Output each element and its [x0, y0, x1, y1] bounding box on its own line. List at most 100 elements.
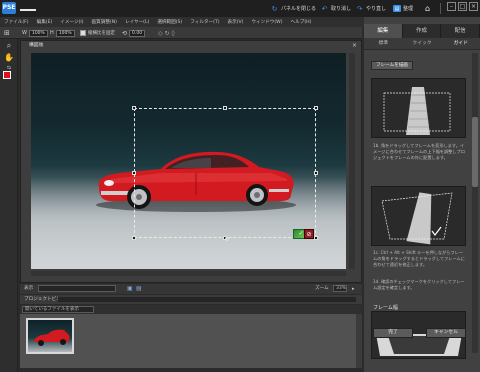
frame-handle-right[interactable]: [314, 171, 318, 175]
frame-illustration-1: [371, 78, 466, 138]
menu-select[interactable]: 選択範囲(S): [157, 19, 182, 25]
constrain-checkbox[interactable]: [80, 30, 86, 36]
hand-tool-icon[interactable]: ✋: [4, 52, 14, 62]
menu-enhance[interactable]: 画質調整(N): [92, 19, 117, 25]
maximize-button[interactable]: □: [458, 2, 467, 11]
undo-label: 取り消し: [331, 6, 352, 12]
tab-edit[interactable]: 編集: [364, 24, 403, 38]
maximize-icon: □: [459, 3, 466, 10]
thumbnail-car-image: [34, 329, 70, 346]
image-thumbnail[interactable]: [26, 318, 74, 354]
app-logo: PSE: [2, 2, 16, 14]
project-bin-scrollbar[interactable]: [356, 314, 362, 368]
reset-panels-button[interactable]: ↻ パネルを閉じる: [270, 3, 316, 14]
rotate-left-icon[interactable]: ◇: [158, 30, 163, 37]
view-mode-icon-1[interactable]: ▣: [127, 285, 133, 293]
options-bar: ⊞ W 100% H 100% 縦横比を固定 ⟲ 0.00 ◇ ↻ ◊: [0, 27, 362, 39]
undo-icon: ↶: [321, 4, 328, 13]
height-option[interactable]: H 100%: [50, 29, 75, 37]
project-bin: [20, 314, 362, 368]
organizer-label: 整理: [403, 6, 414, 12]
menu-filter[interactable]: フィルター(T): [190, 19, 219, 25]
undo-button[interactable]: ↶ 取り消し: [320, 3, 351, 14]
close-icon: ×: [470, 3, 477, 10]
app-name-bar: [20, 9, 36, 11]
tower-illustration-1: [372, 79, 465, 137]
width-option[interactable]: W 100%: [22, 29, 48, 37]
panel-scrollbar[interactable]: [472, 53, 478, 353]
angle-field[interactable]: 0.00: [129, 29, 146, 37]
menu-layer[interactable]: レイヤー(L): [125, 19, 149, 25]
frame-handle-left[interactable]: [132, 171, 136, 175]
mode-tabs: 編集 作成 配信: [364, 24, 480, 38]
rotation-pivot-icon[interactable]: [225, 237, 229, 241]
canvas-vertical-scrollbar[interactable]: [349, 53, 355, 269]
step-1b-text: 1b. 角をドラッグしてフレームを変形します。イメージに合わせてフレームの上下幅…: [373, 143, 465, 160]
reset-panels-icon: ↻: [271, 4, 278, 13]
width-field[interactable]: 100%: [28, 29, 48, 37]
zoom-field[interactable]: 33%: [333, 285, 347, 292]
document-close-icon[interactable]: ×: [351, 42, 358, 49]
tab-full-edit[interactable]: 標準: [364, 38, 403, 49]
project-bin-divider: [58, 297, 356, 302]
skew-icon[interactable]: ◊: [172, 30, 175, 37]
redo-button[interactable]: ↷ やり直し: [355, 3, 386, 14]
perspective-frame[interactable]: [132, 106, 318, 240]
panel-scrollbar-thumb[interactable]: [472, 117, 478, 187]
reset-panels-label: パネルを閉じる: [281, 6, 317, 12]
image-canvas[interactable]: ✓ ⊘: [31, 53, 346, 269]
done-button[interactable]: 完了: [373, 328, 413, 338]
frame-handle-top-right[interactable]: [314, 106, 318, 110]
tab-guided-edit[interactable]: ガイド: [441, 38, 480, 49]
tool-preset-icon[interactable]: ⊞: [4, 29, 10, 37]
angle-option[interactable]: ⟲ 0.00: [122, 29, 146, 37]
display-dropdown[interactable]: [38, 285, 116, 292]
tab-create[interactable]: 作成: [402, 24, 442, 38]
view-mode-icon-2[interactable]: ▤: [136, 285, 142, 293]
canvas-horizontal-scrollbar[interactable]: [31, 271, 346, 276]
frame-handle-bottom-left[interactable]: [132, 236, 136, 240]
project-bin-title: プロジェクトビン: [24, 297, 61, 302]
cancel-transform-icon[interactable]: ⊘: [304, 229, 314, 239]
tool-strip: ⌕ ✋ ⇆: [0, 39, 18, 372]
menu-view[interactable]: 表示(V): [228, 19, 244, 25]
frame-width-label: フレーム幅: [373, 305, 398, 311]
document-window: 構図後 × ✓ ⊘: [20, 40, 362, 283]
rotate-buttons[interactable]: ◇ ↻ ◊: [158, 29, 175, 37]
draw-frame-button[interactable]: フレームを描画: [371, 61, 414, 70]
frame-handle-top-left[interactable]: [132, 106, 136, 110]
project-bin-dropdown[interactable]: 開いているファイルを表示: [22, 306, 94, 313]
close-window-button[interactable]: ×: [469, 2, 478, 11]
cancel-button[interactable]: キャンセル: [426, 328, 466, 338]
zoom-stepper-icon[interactable]: ▸: [352, 285, 355, 293]
minimize-button[interactable]: –: [447, 2, 456, 11]
tab-quick-edit[interactable]: クイック: [403, 38, 442, 49]
menu-file[interactable]: ファイル(F): [4, 19, 29, 25]
organizer-icon: ▤: [393, 5, 401, 12]
menu-window[interactable]: ウィンドウ(W): [251, 19, 282, 25]
menu-image[interactable]: イメージ(I): [60, 19, 83, 25]
menu-edit[interactable]: 編集(E): [37, 19, 53, 25]
redo-icon: ↷: [356, 4, 363, 13]
project-bin-toolbar: 開いているファイルを表示: [20, 305, 362, 314]
organizer-button[interactable]: ▤ 整理: [393, 3, 413, 14]
height-field[interactable]: 100%: [55, 29, 75, 37]
frame-handle-top[interactable]: [223, 106, 227, 110]
edit-sub-tabs: 標準 クイック ガイド: [364, 38, 480, 50]
project-bin-header: プロジェクトビン: [20, 295, 362, 304]
zoom-tool-icon[interactable]: ⌕: [4, 41, 14, 51]
foreground-color-swatch[interactable]: [3, 71, 11, 79]
frame-handle-bottom-right[interactable]: [314, 236, 318, 240]
menu-help[interactable]: ヘルプ(H): [291, 19, 312, 25]
rotate-right-icon[interactable]: ↻: [165, 30, 170, 37]
step-1c-text: 1c. Ctrl + Alt + Shift キーを押しながらフレームの角をドラ…: [373, 250, 465, 267]
guided-edit-panel: 編集 作成 配信 標準 クイック ガイド フレームを描画 1b. 角をドラッグし…: [364, 17, 480, 372]
home-button[interactable]: ⌂: [423, 3, 432, 14]
tower-illustration-2: [372, 187, 465, 245]
status-bar: 表示 ▣ ▤ ズーム 33% ▸: [20, 284, 362, 294]
step-1d-text: 1d. 確認のチェックマークをクリックしてフレーム設定を確定します。: [373, 279, 465, 290]
constrain-option[interactable]: 縦横比を固定: [80, 29, 115, 37]
document-title[interactable]: 構図後: [23, 42, 43, 50]
panel-body: フレームを描画 1b. 角をドラッグしてフレームを変形します。イメージに合わせて…: [369, 53, 471, 363]
tab-share[interactable]: 配信: [441, 24, 480, 38]
